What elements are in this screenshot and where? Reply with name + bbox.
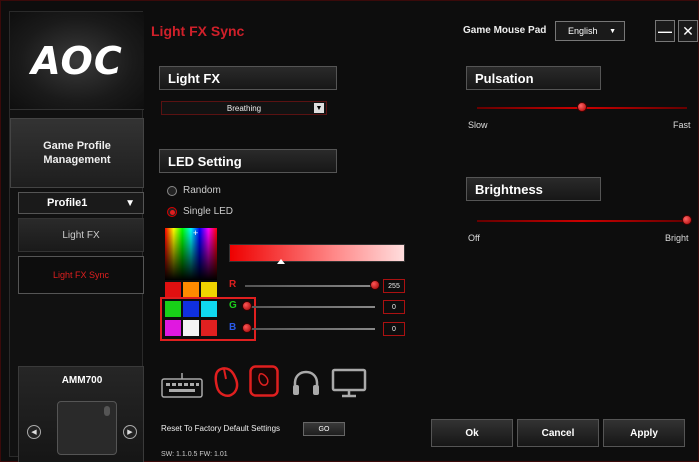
brightness-slider-knob[interactable]	[682, 215, 692, 225]
game-profile-management-button[interactable]: Game Profile Management	[10, 118, 144, 188]
monitor-icon[interactable]	[331, 368, 367, 403]
b-label: B	[229, 322, 237, 333]
radio-button-icon	[167, 185, 177, 196]
cancel-button[interactable]: Cancel	[517, 419, 599, 447]
section-title-text: LED Setting	[168, 153, 242, 169]
radio-single-led[interactable]: Single LED	[167, 206, 233, 217]
apply-button[interactable]: Apply	[603, 419, 685, 447]
radio-button-selected-icon	[167, 206, 177, 217]
radio-label: Random	[183, 185, 221, 196]
color-swatch[interactable]	[201, 282, 217, 298]
device-name: AMM700	[61, 375, 103, 386]
b-slider-knob[interactable]	[242, 323, 252, 333]
profile-value: Profile1	[47, 197, 88, 209]
chevron-down-icon: ▼	[314, 103, 324, 113]
profile-dropdown[interactable]: Profile1 ▼	[18, 192, 144, 214]
led-setting-section-title: LED Setting	[159, 149, 337, 173]
brightness-slider-track[interactable]	[477, 220, 687, 222]
gradient-marker-icon[interactable]	[277, 259, 285, 264]
pulsation-min-label: Slow	[468, 120, 488, 130]
r-label: R	[229, 279, 237, 290]
effect-dropdown[interactable]: Breathing ▼	[161, 101, 327, 115]
brightness-section-title: Brightness	[466, 177, 601, 201]
pulsation-slider-knob[interactable]	[577, 102, 587, 112]
language-dropdown[interactable]: English ▼	[555, 21, 625, 41]
sidebar: AOC Game Profile Management Profile1 ▼ L…	[9, 11, 144, 462]
pulsation-max-label: Fast	[673, 120, 691, 130]
sidebar-item-label: Light FX	[62, 229, 100, 241]
section-title-text: Brightness	[475, 181, 543, 197]
mouse-icon[interactable]	[213, 365, 241, 404]
g-slider-track[interactable]	[245, 306, 375, 308]
section-title-text: Pulsation	[475, 70, 534, 86]
r-slider-knob[interactable]	[370, 280, 380, 290]
reset-label: Reset To Factory Default Settings	[161, 424, 281, 433]
next-device-icon[interactable]: ▶	[123, 425, 137, 439]
r-slider-track[interactable]	[245, 285, 375, 287]
brightness-max-label: Bright	[665, 233, 689, 243]
prev-device-icon[interactable]: ◀	[27, 425, 41, 439]
version-text: SW: 1.1.0.5 FW: 1.01	[161, 451, 228, 458]
g-label: G	[229, 300, 237, 311]
app-window: AOC Game Profile Management Profile1 ▼ L…	[0, 0, 699, 462]
sidebar-item-label: Light FX Sync	[52, 270, 110, 280]
language-value: English	[568, 26, 598, 36]
g-value-field[interactable]: 0	[383, 300, 405, 314]
radio-label: Single LED	[183, 206, 234, 217]
logo-area: AOC	[10, 12, 144, 110]
color-swatch[interactable]	[183, 282, 199, 298]
ok-button[interactable]: Ok	[431, 419, 513, 447]
page-title: Light FX Sync	[151, 23, 245, 39]
device-label: Game Mouse Pad	[463, 25, 547, 36]
close-button[interactable]: ✕	[678, 20, 698, 42]
crosshair-icon: +	[193, 228, 199, 238]
radio-random[interactable]: Random	[167, 185, 221, 196]
light-fx-section-title: Light FX	[159, 66, 337, 90]
color-gradient-bar[interactable]	[229, 244, 405, 262]
effect-value: Breathing	[226, 103, 262, 113]
game-profile-label-line2: Management	[43, 154, 111, 166]
color-swatch[interactable]	[165, 282, 181, 298]
b-value-field[interactable]: 0	[383, 322, 405, 336]
minimize-button[interactable]: —	[655, 20, 675, 42]
pulsation-section-title: Pulsation	[466, 66, 601, 90]
b-slider-track[interactable]	[245, 328, 375, 330]
device-selector: AMM700 ◀ ▶	[18, 366, 144, 462]
color-picker-square[interactable]: +	[165, 228, 217, 280]
g-slider-knob[interactable]	[242, 301, 252, 311]
headset-icon[interactable]	[291, 369, 321, 402]
reset-go-button[interactable]: GO	[303, 422, 345, 436]
aoc-logo: AOC	[31, 38, 123, 83]
r-value-field[interactable]: 255	[383, 279, 405, 293]
brightness-min-label: Off	[468, 233, 480, 243]
chevron-down-icon: ▼	[125, 197, 135, 209]
mousepad-preview-image	[57, 401, 117, 455]
keyboard-icon[interactable]	[161, 371, 203, 404]
chevron-down-icon: ▼	[609, 27, 616, 35]
mousepad-icon[interactable]	[249, 365, 279, 402]
game-profile-label-line1: Game Profile	[43, 140, 111, 152]
sidebar-item-light-fx-sync[interactable]: Light FX Sync	[18, 256, 144, 294]
sidebar-item-light-fx[interactable]: Light FX	[18, 218, 144, 252]
section-title-text: Light FX	[168, 70, 220, 86]
